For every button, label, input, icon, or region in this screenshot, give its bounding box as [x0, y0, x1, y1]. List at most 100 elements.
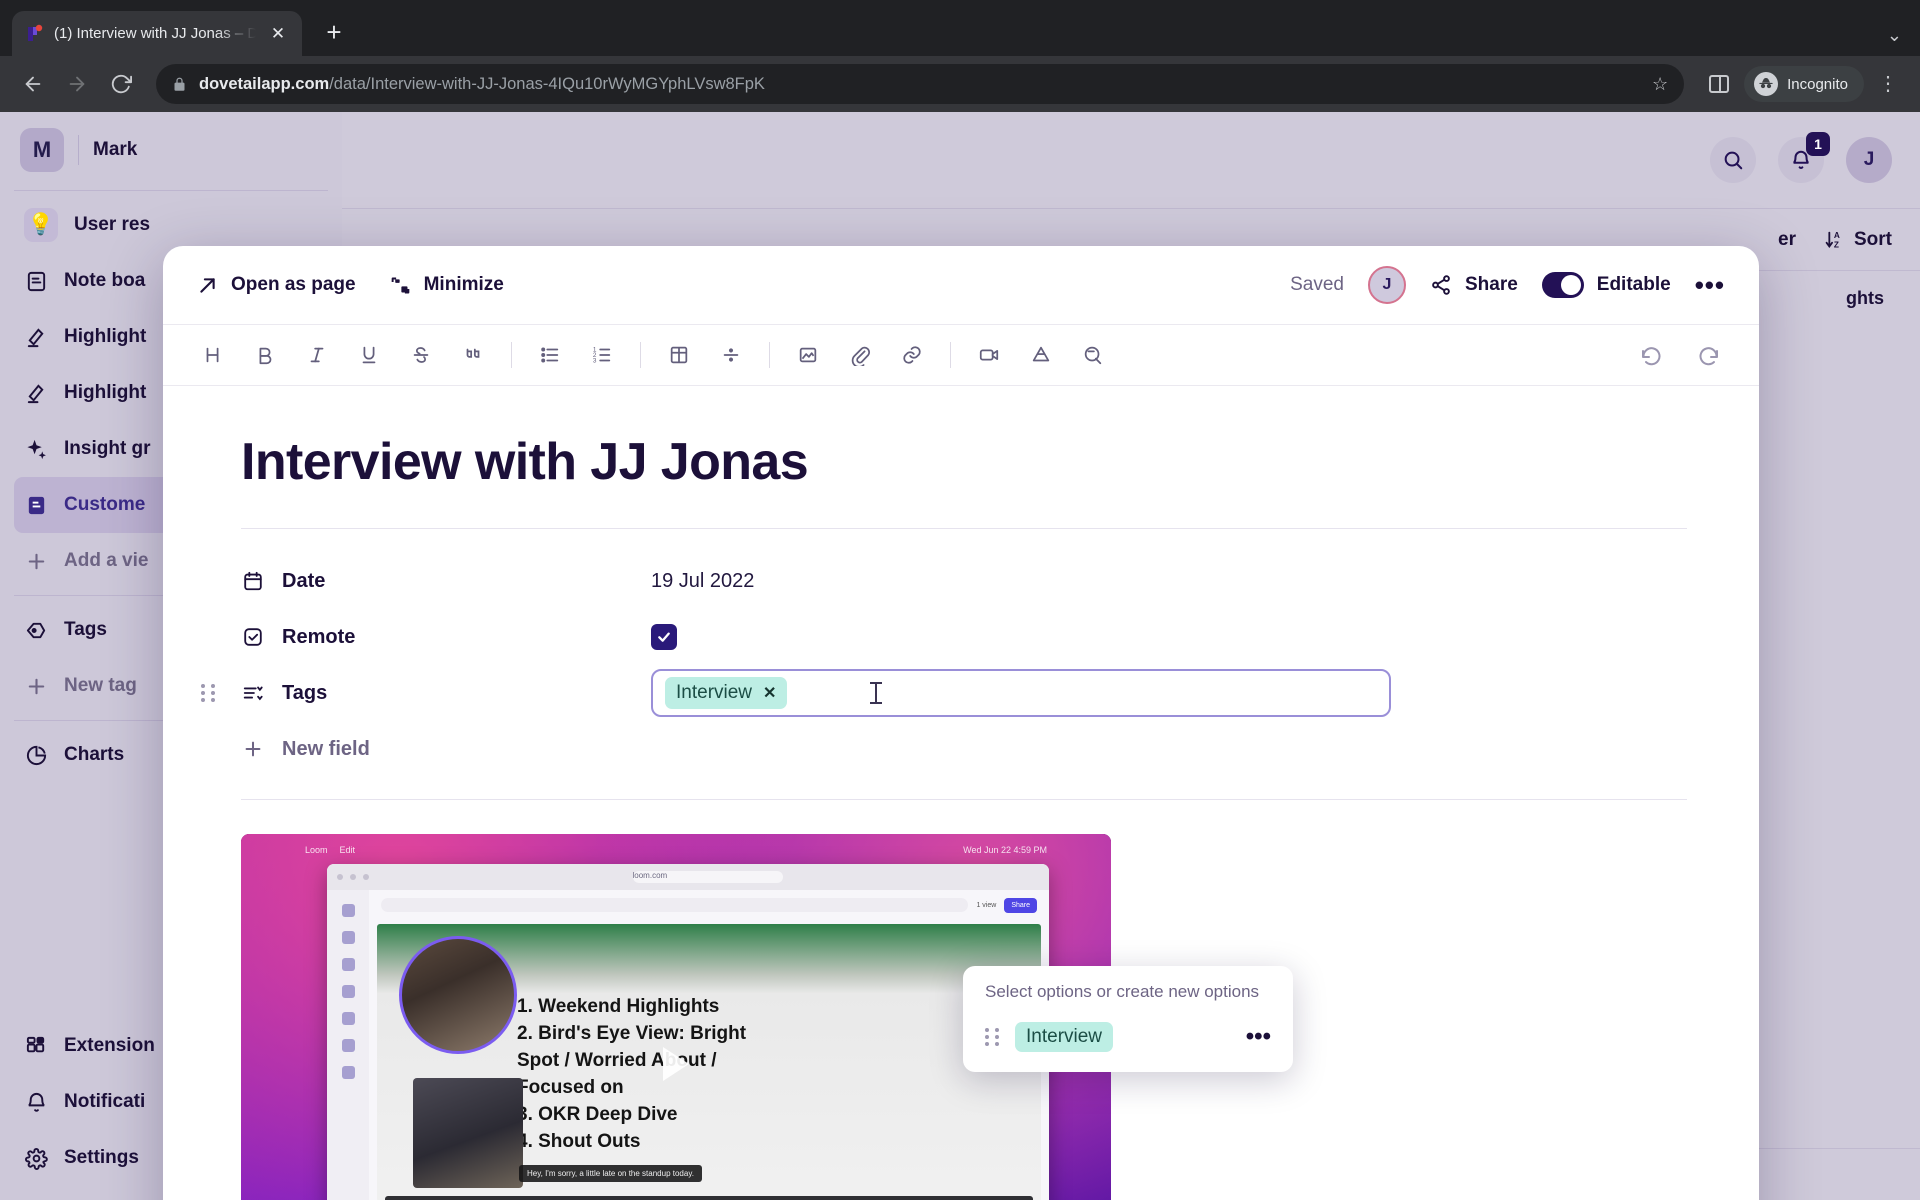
incognito-label: Incognito: [1787, 75, 1848, 93]
field-label-tags[interactable]: Tags: [241, 681, 651, 705]
dovetail-favicon: [24, 24, 44, 44]
undo-icon[interactable]: [1627, 333, 1675, 377]
highlight-search-icon[interactable]: [1069, 333, 1117, 377]
bell-icon: [24, 1090, 48, 1114]
filter-button[interactable]: er: [1778, 229, 1796, 251]
new-tab-button[interactable]: +: [316, 15, 352, 51]
page-title[interactable]: Interview with JJ Jonas: [241, 432, 1687, 492]
table-icon[interactable]: [655, 333, 703, 377]
editable-toggle[interactable]: Editable: [1541, 272, 1671, 298]
tag-options-dropdown: Select options or create new options Int…: [963, 966, 1293, 1072]
field-label-remote[interactable]: Remote: [241, 625, 651, 649]
browser-tab[interactable]: (1) Interview with JJ Jonas – D ✕: [12, 11, 302, 56]
image-icon[interactable]: [784, 333, 832, 377]
recorded-menubar: Loom Edit Wed Jun 22 4:59 PM: [295, 840, 1057, 860]
window-dot: [337, 874, 343, 880]
close-icon[interactable]: ✕: [266, 22, 290, 46]
formatting-toolbar: 123: [163, 324, 1759, 386]
search-button[interactable]: [1710, 137, 1756, 183]
sidebar-item-project[interactable]: 💡 User res: [14, 197, 328, 253]
address-bar[interactable]: dovetailapp.com/data/Interview-with-JJ-J…: [156, 64, 1685, 104]
redo-icon[interactable]: [1685, 333, 1733, 377]
svg-text:Z: Z: [1834, 240, 1839, 249]
field-label-date[interactable]: Date: [241, 569, 651, 593]
blockquote-icon[interactable]: [449, 333, 497, 377]
play-button[interactable]: [663, 1047, 689, 1081]
divider: [511, 342, 512, 368]
back-button[interactable]: [14, 65, 52, 103]
field-value-date[interactable]: 19 Jul 2022: [651, 570, 1687, 593]
sidebar-item-label: Notificati: [64, 1091, 146, 1112]
reload-button[interactable]: [102, 65, 140, 103]
workspace-switcher[interactable]: M Mark: [14, 112, 328, 184]
divider-icon[interactable]: [707, 333, 755, 377]
highlight-icon: [24, 381, 48, 405]
field-row-remote: Remote: [241, 609, 1687, 665]
user-avatar[interactable]: J: [1846, 137, 1892, 183]
minimize-icon: [391, 277, 409, 293]
saved-status: Saved: [1290, 274, 1344, 295]
plus-icon: [24, 549, 48, 573]
lock-icon: [172, 77, 187, 92]
menubar-app-label: Loom: [305, 845, 328, 855]
drag-handle-icon[interactable]: [199, 682, 217, 704]
sidebar-item-label: New tag: [64, 675, 137, 696]
sidebar-item-label: Custome: [64, 494, 146, 515]
attachment-icon[interactable]: [836, 333, 884, 377]
collaborator-avatar[interactable]: J: [1367, 266, 1406, 304]
notifications-button[interactable]: 1: [1778, 132, 1830, 183]
option-chip-label: Interview: [1015, 1022, 1114, 1052]
sidebar-item-label: Insight gr: [64, 438, 151, 459]
video-icon[interactable]: [965, 333, 1013, 377]
field-label-text: Date: [282, 569, 326, 592]
bookmark-star-icon[interactable]: ☆: [1652, 74, 1668, 95]
remote-checkbox[interactable]: [651, 624, 677, 650]
field-row-new-field[interactable]: New field: [241, 721, 1687, 777]
field-list: Date 19 Jul 2022 Remote Tags Interview ✕…: [200, 529, 1687, 777]
drive-icon[interactable]: [1017, 333, 1065, 377]
dropdown-option-interview[interactable]: Interview •••: [963, 1016, 1293, 1058]
bold-icon[interactable]: [241, 333, 289, 377]
sort-button[interactable]: AZ Sort: [1822, 229, 1892, 251]
window-dot: [363, 874, 369, 880]
bulleted-list-icon[interactable]: [526, 333, 574, 377]
check-icon: [658, 632, 670, 642]
share-button[interactable]: Share: [1430, 274, 1518, 296]
italic-icon[interactable]: [293, 333, 341, 377]
open-external-icon: [200, 277, 215, 293]
open-as-page-button[interactable]: Open as page: [197, 274, 356, 296]
calendar-icon: [241, 569, 265, 593]
option-menu-button[interactable]: •••: [1246, 1025, 1271, 1049]
incognito-indicator[interactable]: Incognito: [1744, 66, 1864, 102]
modal-more-button[interactable]: •••: [1695, 272, 1725, 298]
field-label-text: Remote: [282, 625, 356, 648]
multiselect-icon: [241, 681, 265, 705]
numbered-list-icon[interactable]: 123: [578, 333, 626, 377]
presenter-webcam: [399, 936, 517, 1054]
link-icon[interactable]: [888, 333, 936, 377]
underline-icon[interactable]: [345, 333, 393, 377]
side-panel-button[interactable]: [1700, 65, 1738, 103]
heading-icon[interactable]: [189, 333, 237, 377]
recorded-browser-chrome: loom.com: [327, 864, 1049, 890]
toggle-switch[interactable]: [1541, 272, 1584, 298]
tag-icon: [24, 618, 48, 642]
new-field-button[interactable]: New field: [241, 737, 651, 761]
tag-chip[interactable]: Interview ✕: [665, 677, 788, 709]
workspace-name: Mark: [93, 139, 138, 160]
recorded-browser-window: loom.com 1 view Share 1. Weekend Highlig…: [327, 864, 1049, 1200]
strikethrough-icon[interactable]: [397, 333, 445, 377]
remove-tag-icon[interactable]: ✕: [763, 683, 776, 703]
document-content: Interview with JJ Jonas Date 19 Jul 2022: [163, 386, 1759, 1200]
recorded-share-button: Share: [1004, 897, 1037, 913]
app-header: 1 J: [342, 112, 1920, 208]
divider: [950, 342, 951, 368]
browser-menu-button[interactable]: ⋮: [1870, 74, 1906, 94]
chevron-down-icon[interactable]: ⌄: [1887, 25, 1902, 45]
tabstrip-menu[interactable]: ⌄: [1887, 25, 1920, 56]
drag-handle-icon[interactable]: [983, 1026, 1001, 1048]
column-label: ghts: [1846, 288, 1884, 308]
incognito-icon: [1754, 72, 1779, 96]
minimize-button[interactable]: Minimize: [390, 274, 504, 296]
tags-input[interactable]: Interview ✕: [651, 669, 1391, 717]
